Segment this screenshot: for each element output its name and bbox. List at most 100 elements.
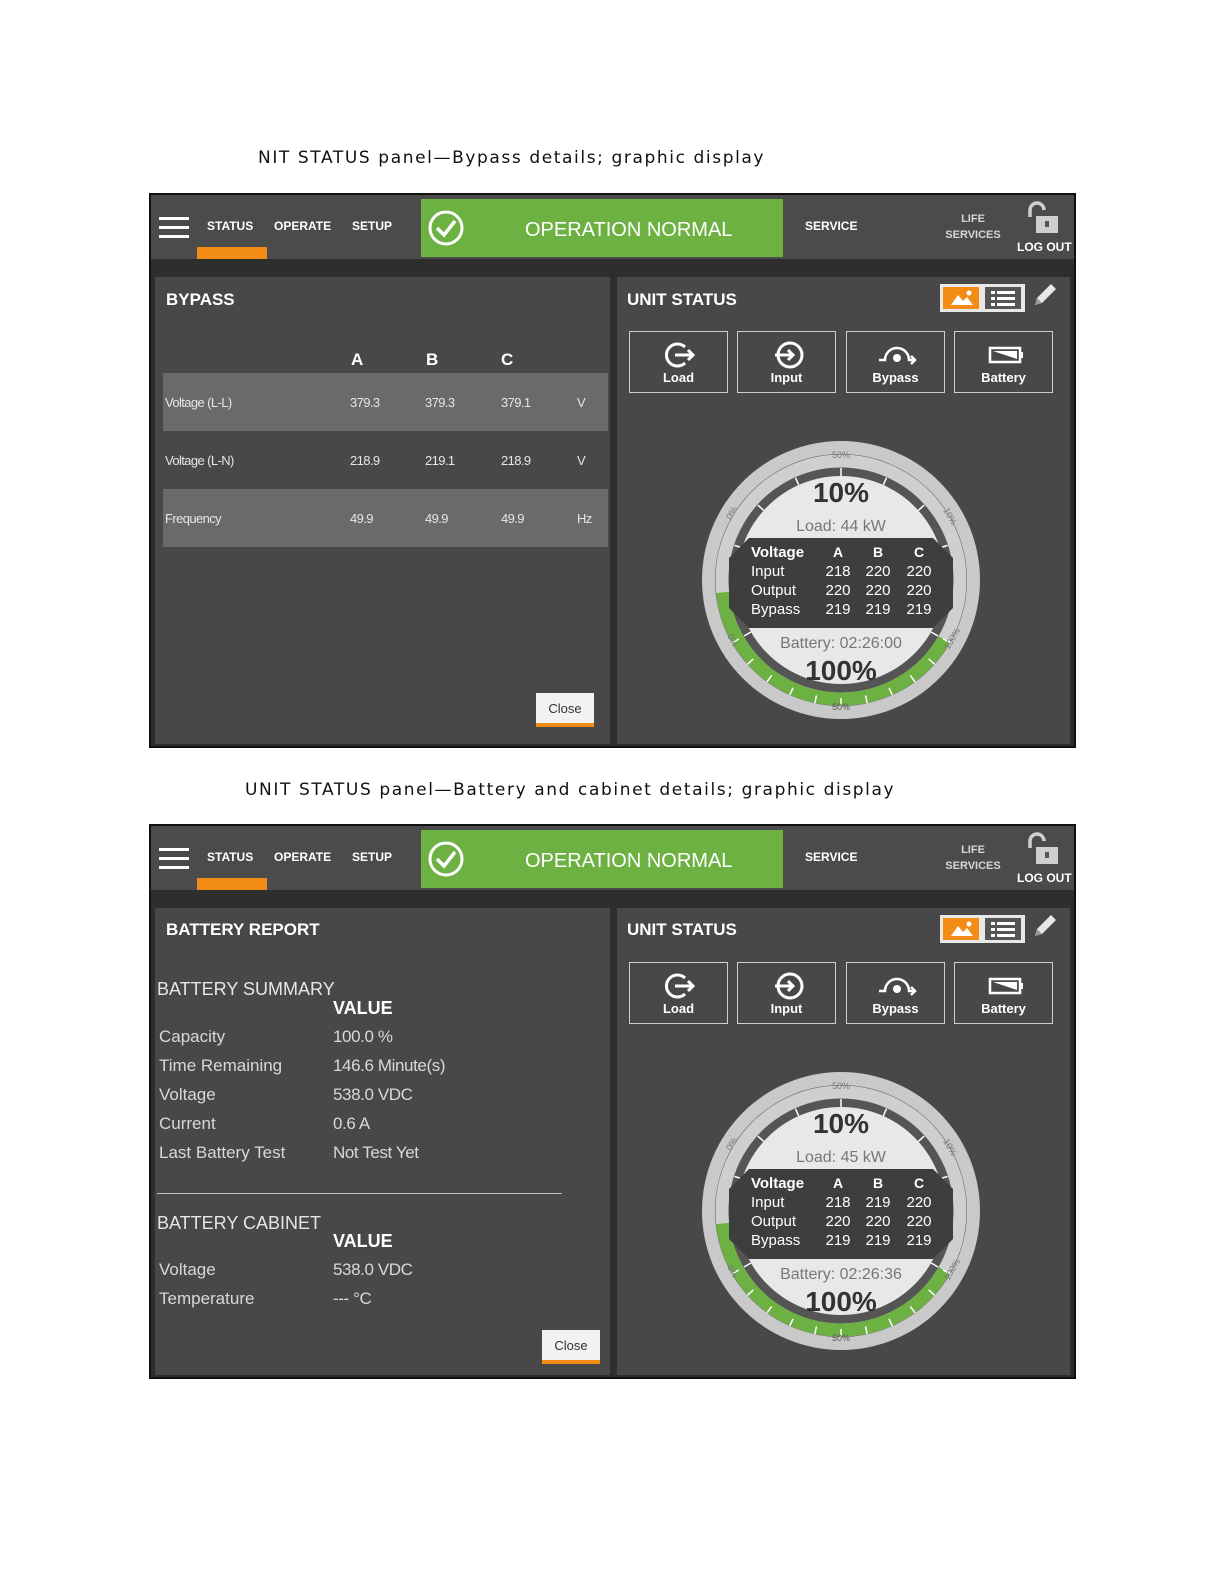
close-button[interactable]: Close — [542, 1330, 600, 1364]
logout-button[interactable]: LOG OUT — [1017, 871, 1072, 885]
summary-label-current: Current — [159, 1114, 216, 1133]
image-icon — [951, 290, 973, 305]
voltage-row-label: Output — [751, 582, 797, 599]
top-bar: STATUS OPERATE SETUP OPERATION NORMAL SE… — [151, 826, 1074, 890]
input-button[interactable]: Input — [737, 962, 836, 1024]
nav-life-services[interactable]: LIFE SERVICES — [935, 211, 1011, 243]
col-header-c: C — [501, 350, 514, 369]
tick-label-bottom: 50% — [832, 702, 850, 712]
voltage-col-header: C — [914, 1175, 924, 1191]
nav-status[interactable]: STATUS — [207, 850, 253, 864]
battery-summary-title: BATTERY SUMMARY — [157, 979, 335, 999]
nav-setup[interactable]: SETUP — [352, 850, 392, 864]
view-toggle[interactable] — [940, 915, 1025, 943]
voltage-value: 220 — [825, 1213, 850, 1230]
unlocked-lock-icon[interactable] — [1024, 832, 1060, 866]
bypass-title: BYPASS — [166, 290, 235, 309]
nav-service[interactable]: SERVICE — [805, 850, 857, 864]
input-button-label: Input — [770, 1001, 803, 1016]
hamburger-menu-icon[interactable] — [159, 848, 189, 870]
list-view-button[interactable] — [985, 918, 1021, 940]
load-button[interactable]: Load — [629, 331, 728, 393]
pencil-icon[interactable] — [1030, 280, 1060, 310]
tick-label-top: 50% — [832, 1081, 850, 1091]
summary-label-last-test: Last Battery Test — [159, 1143, 286, 1162]
voltage-row-label: Input — [751, 1194, 785, 1211]
summary-value-time-remaining: 146.6 Minute(s) — [333, 1056, 446, 1075]
list-view-button[interactable] — [985, 287, 1021, 309]
battery-cabinet-title: BATTERY CABINET — [157, 1213, 322, 1233]
col-header-b: B — [426, 350, 439, 369]
nav-status[interactable]: STATUS — [207, 219, 253, 233]
col-header-a: A — [351, 350, 364, 369]
voltage-value: 219 — [825, 1232, 850, 1249]
unit-status-gauge[interactable]: 50%50%0% 10%0% 100%10%Load: 44 kWVoltage A B… — [701, 440, 981, 720]
section-divider — [157, 1193, 562, 1194]
nav-operate[interactable]: OPERATE — [274, 219, 331, 233]
voltage-header: Voltage — [751, 544, 804, 561]
status-banner[interactable]: OPERATION NORMAL — [421, 199, 783, 257]
close-button[interactable]: Close — [536, 693, 594, 727]
battery-button-label: Battery — [981, 1001, 1026, 1016]
row-unit: Hz — [577, 511, 592, 526]
load-button-label: Load — [662, 1001, 695, 1016]
load-kw: Load: 44 kW — [796, 518, 887, 535]
input-button[interactable]: Input — [737, 331, 836, 393]
voltage-header: Voltage — [751, 1175, 804, 1192]
load-button[interactable]: Load — [629, 962, 728, 1024]
input-icon — [775, 972, 804, 1000]
row-value-b: 49.9 — [425, 511, 449, 526]
nav-setup[interactable]: SETUP — [352, 219, 392, 233]
load-button-label: Load — [662, 370, 695, 385]
battery-button[interactable]: Battery — [954, 331, 1053, 393]
pencil-icon[interactable] — [1030, 911, 1060, 941]
row-label: Voltage (L-N) — [165, 453, 234, 468]
voltage-value: 220 — [865, 563, 890, 580]
life-line2: SERVICES — [945, 860, 1001, 872]
row-label: Voltage (L-L) — [165, 395, 232, 410]
hamburger-menu-icon[interactable] — [159, 217, 189, 239]
summary-value-header: VALUE — [333, 998, 393, 1018]
row-value-b: 379.3 — [425, 395, 455, 410]
battery-report-panel: BATTERY REPORT BATTERY SUMMARY VALUE Cap… — [155, 908, 610, 1375]
input-button-label: Input — [770, 370, 803, 385]
view-toggle[interactable] — [940, 284, 1025, 312]
voltage-row-label: Output — [751, 1213, 797, 1230]
summary-value-voltage: 538.0 VDC — [333, 1085, 413, 1104]
battery-icon — [988, 977, 1023, 995]
list-icon — [991, 291, 1015, 306]
unit-status-gauge[interactable]: 50%50%0% 10%0% 100%10%Load: 45 kWVoltage A B… — [701, 1071, 981, 1351]
nav-operate[interactable]: OPERATE — [274, 850, 331, 864]
voltage-value: 220 — [825, 582, 850, 599]
nav-active-indicator — [197, 247, 267, 259]
graphic-view-button[interactable] — [943, 287, 979, 309]
logout-button[interactable]: LOG OUT — [1017, 240, 1072, 254]
row-value-c: 218.9 — [501, 453, 531, 468]
row-value-c: 379.1 — [501, 395, 531, 410]
load-percent: 10% — [813, 477, 869, 508]
bypass-button-label: Bypass — [872, 370, 919, 385]
row-value-a: 379.3 — [350, 395, 380, 410]
nav-service[interactable]: SERVICE — [805, 219, 857, 233]
cabinet-label-temperature: Temperature — [159, 1289, 255, 1308]
voltage-value: 220 — [865, 1213, 890, 1230]
bypass-button[interactable]: Bypass — [846, 962, 945, 1024]
check-circle-icon — [428, 841, 464, 877]
row-value-b: 219.1 — [425, 453, 455, 468]
voltage-value: 219 — [865, 1194, 890, 1211]
voltage-value: 220 — [906, 1213, 931, 1230]
input-icon — [775, 341, 804, 369]
summary-label-time-remaining: Time Remaining — [159, 1056, 283, 1075]
table-row: Voltage (L-N) 218.9 219.1 218.9 V — [163, 431, 608, 489]
voltage-value: 219 — [906, 601, 931, 618]
voltage-value: 220 — [865, 582, 890, 599]
load-percent: 10% — [813, 1108, 869, 1139]
battery-button[interactable]: Battery — [954, 962, 1053, 1024]
status-banner[interactable]: OPERATION NORMAL — [421, 830, 783, 888]
voltage-value: 219 — [865, 1232, 890, 1249]
voltage-value: 220 — [906, 1194, 931, 1211]
graphic-view-button[interactable] — [943, 918, 979, 940]
nav-life-services[interactable]: LIFE SERVICES — [935, 842, 1011, 874]
bypass-button[interactable]: Bypass — [846, 331, 945, 393]
unlocked-lock-icon[interactable] — [1024, 201, 1060, 235]
